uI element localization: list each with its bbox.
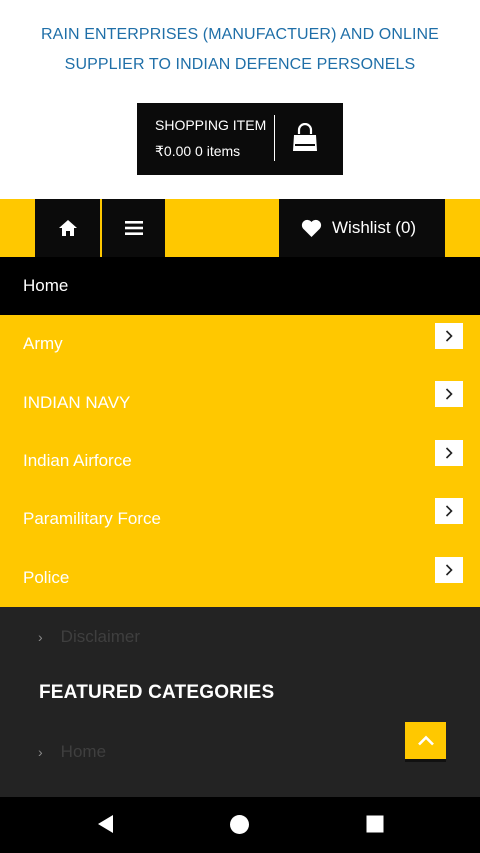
expand-indian-airforce-button[interactable] xyxy=(435,439,463,466)
menu-item-home[interactable]: Home xyxy=(0,257,480,315)
mobile-menu: Home Army INDIAN NAVY Indian Airforce Pa… xyxy=(0,257,480,607)
chevron-right-icon xyxy=(445,563,453,576)
footer-link-label: Disclaimer xyxy=(60,627,141,646)
menu-item-indian-airforce[interactable]: Indian Airforce xyxy=(0,432,480,490)
wishlist-button[interactable]: Wishlist (0) xyxy=(279,199,445,257)
footer-link-label: Home xyxy=(60,742,107,761)
menu-item-label: Police xyxy=(23,567,70,587)
footer-section: › Disclaimer FEATURED CATEGORIES › Home xyxy=(0,607,480,797)
featured-categories-heading: FEATURED CATEGORIES xyxy=(39,682,275,703)
chevron-right-icon xyxy=(445,330,453,342)
home-circle-icon[interactable] xyxy=(229,814,250,835)
top-navbar: Wishlist (0) xyxy=(0,199,480,257)
menu-item-label: INDIAN NAVY xyxy=(23,392,131,412)
site-header: RAIN ENTERPRISES (MANUFACTUER) AND ONLIN… xyxy=(0,0,480,199)
menu-item-paramilitary-force[interactable]: Paramilitary Force xyxy=(0,490,480,548)
back-icon[interactable] xyxy=(95,813,115,835)
shopping-bag-icon xyxy=(293,123,317,151)
expand-police-button[interactable] xyxy=(435,556,463,583)
site-title[interactable]: RAIN ENTERPRISES (MANUFACTUER) AND ONLIN… xyxy=(0,20,480,80)
wishlist-text: Wishlist xyxy=(332,218,391,237)
heart-icon xyxy=(301,219,322,237)
site-title-line2: SUPPLIER TO INDIAN DEFENCE PERSONELS xyxy=(64,56,416,73)
cart-label: SHOPPING ITEM xyxy=(155,117,267,133)
home-button[interactable] xyxy=(35,199,100,257)
cart-amount: ₹0.00 0 items xyxy=(155,143,241,159)
chevron-right-icon xyxy=(445,447,453,459)
chevron-right-icon: › xyxy=(38,744,43,760)
menu-item-army[interactable]: Army xyxy=(0,315,480,373)
footer-link-home[interactable]: › Home xyxy=(38,742,106,762)
cart-divider xyxy=(274,115,275,161)
expand-paramilitary-force-button[interactable] xyxy=(435,498,463,525)
scroll-to-top-button[interactable] xyxy=(405,722,446,762)
menu-item-indian-navy[interactable]: INDIAN NAVY xyxy=(0,373,480,431)
category-menu-list: Army INDIAN NAVY Indian Airforce Paramil… xyxy=(0,315,480,607)
shopping-cart-widget[interactable]: SHOPPING ITEM ₹0.00 0 items xyxy=(137,103,343,175)
menu-toggle-button[interactable] xyxy=(102,199,165,257)
home-icon xyxy=(58,220,77,236)
expand-indian-navy-button[interactable] xyxy=(435,381,463,408)
menu-item-label: Army xyxy=(23,334,63,354)
expand-army-button[interactable] xyxy=(435,323,463,349)
menu-item-label: Indian Airforce xyxy=(23,450,132,470)
wishlist-label: Wishlist (0) xyxy=(332,218,416,238)
footer-link-disclaimer[interactable]: › Disclaimer xyxy=(38,627,140,647)
android-navigation-bar xyxy=(0,797,480,853)
menu-item-police[interactable]: Police xyxy=(0,549,480,607)
wishlist-count: (0) xyxy=(395,218,417,237)
menu-item-label: Paramilitary Force xyxy=(23,509,161,529)
chevron-up-icon xyxy=(417,735,434,746)
chevron-right-icon xyxy=(445,505,453,517)
hamburger-menu-icon xyxy=(124,221,143,235)
site-title-line1: RAIN ENTERPRISES (MANUFACTUER) AND ONLIN… xyxy=(41,26,439,43)
recents-square-icon[interactable] xyxy=(366,815,384,833)
chevron-right-icon: › xyxy=(38,629,43,645)
chevron-right-icon xyxy=(445,388,453,400)
